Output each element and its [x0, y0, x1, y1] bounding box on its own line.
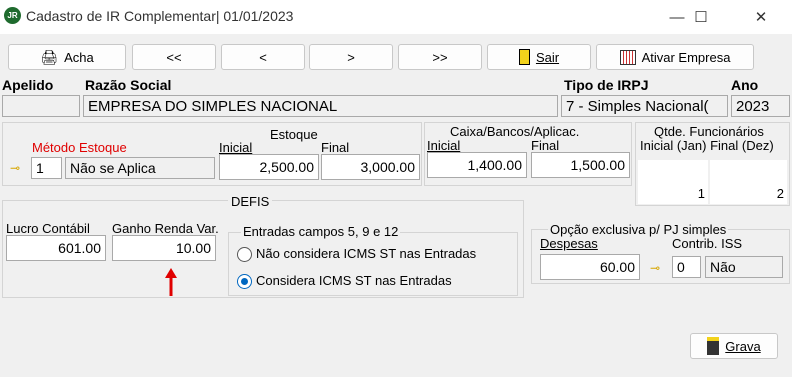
estoque-final-field[interactable]: 3,000.00 — [321, 154, 420, 180]
despesas-field[interactable]: 60.00 — [540, 254, 640, 280]
funcionarios-inicial-field[interactable]: 1 — [638, 160, 708, 204]
razao-social-label: Razão Social — [85, 77, 172, 93]
funcionarios-final-field[interactable]: 2 — [710, 160, 787, 204]
tipo-irpj-field[interactable]: 7 - Simples Nacional( — [561, 95, 728, 117]
prev-record-button[interactable]: < — [221, 44, 305, 70]
estoque-title: Estoque — [270, 127, 318, 142]
radio-nao-considera[interactable] — [237, 247, 252, 262]
caixa-title: Caixa/Bancos/Aplicac. — [450, 124, 580, 139]
ano-field[interactable]: 2023 — [731, 95, 790, 117]
caixa-final-field[interactable]: 1,500.00 — [531, 152, 630, 178]
key-icon[interactable]: ⊸ — [10, 161, 20, 175]
lucro-contabil-field[interactable]: 601.00 — [6, 235, 106, 261]
radio-nao-considera-label[interactable]: Não considera ICMS ST nas Entradas — [256, 246, 476, 261]
door-exit-icon — [518, 49, 530, 65]
maximize-button[interactable]: ☐ — [678, 0, 724, 34]
caixa-inicial-label: Inicial — [427, 138, 461, 153]
estoque-final-label: Final — [321, 140, 350, 155]
ativar-empresa-label: Ativar Empresa — [641, 49, 731, 65]
sair-label: Sair — [535, 49, 560, 65]
caixa-final-label: Final — [531, 138, 560, 153]
pj-simples-title: Opção exclusiva p/ PJ simples — [548, 222, 729, 237]
last-record-button[interactable]: >> — [398, 44, 482, 70]
despesas-label: Despesas — [540, 236, 598, 251]
red-arrow — [165, 268, 177, 298]
tipo-irpj-label: Tipo de IRPJ — [564, 77, 649, 93]
ano-label: Ano — [731, 77, 759, 93]
acha-button[interactable]: 🖨 Acha — [8, 44, 126, 70]
defis-title: DEFIS — [228, 194, 273, 209]
contrib-iss-value-field: Não — [705, 256, 783, 278]
app-icon: JR — [4, 7, 21, 24]
disk-save-icon — [707, 337, 720, 355]
metodo-estoque-label: Método Estoque — [32, 140, 127, 155]
metodo-code-field[interactable]: 1 — [31, 157, 62, 179]
lucro-contabil-label: Lucro Contábil — [6, 221, 90, 236]
printer-icon: 🖨 — [40, 48, 59, 65]
window-title: Cadastro de IR Complementar| 01/01/2023 — [26, 8, 294, 24]
apelido-label: Apelido — [2, 77, 54, 93]
contrib-iss-label: Contrib. ISS — [672, 236, 743, 251]
funcionarios-title: Qtde. Funcionários — [654, 124, 764, 139]
acha-label: Acha — [64, 49, 94, 65]
ganho-renda-field[interactable]: 10.00 — [112, 235, 216, 261]
estoque-inicial-label: Inicial — [219, 140, 253, 155]
key-icon-iss[interactable]: ⊸ — [650, 261, 660, 275]
ganho-renda-label: Ganho Renda Var. — [112, 221, 219, 236]
radio-considera-label[interactable]: Considera ICMS ST nas Entradas — [256, 273, 452, 288]
next-record-button[interactable]: > — [309, 44, 393, 70]
first-record-button[interactable]: << — [132, 44, 216, 70]
metodo-value-field: Não se Aplica — [65, 157, 215, 179]
close-button[interactable]: ✕ — [738, 0, 784, 34]
grava-label: Grava — [725, 338, 761, 354]
calendar-icon — [619, 49, 636, 65]
radio-considera[interactable] — [237, 274, 252, 289]
apelido-field[interactable] — [2, 95, 80, 117]
razao-social-field[interactable]: EMPRESA DO SIMPLES NACIONAL — [83, 95, 558, 117]
entradas-title: Entradas campos 5, 9 e 12 — [241, 224, 401, 239]
sair-button[interactable]: Sair — [487, 44, 591, 70]
ativar-empresa-button[interactable]: Ativar Empresa — [596, 44, 754, 70]
grava-button[interactable]: Grava — [690, 333, 778, 359]
estoque-inicial-field[interactable]: 2,500.00 — [219, 154, 319, 180]
caixa-inicial-field[interactable]: 1,400.00 — [427, 152, 527, 178]
funcionarios-subtitle: Inicial (Jan) Final (Dez) — [640, 138, 774, 153]
contrib-iss-code-field[interactable]: 0 — [672, 256, 701, 278]
